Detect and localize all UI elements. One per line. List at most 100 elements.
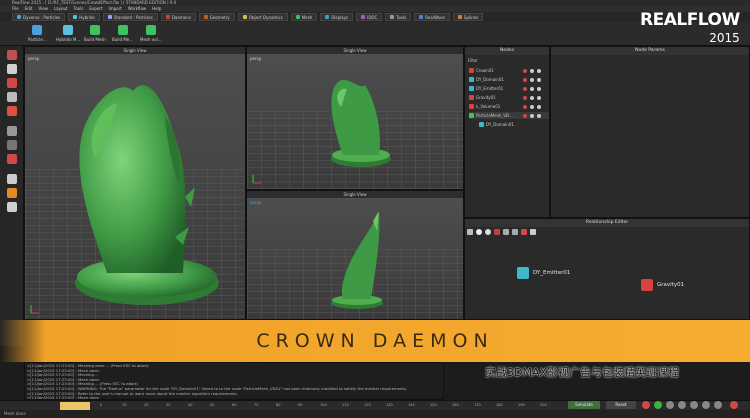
record-icon[interactable] (642, 401, 650, 409)
toolbar-button[interactable]: Build Me... (112, 25, 133, 42)
node-item[interactable]: DY_Emitter01 (469, 85, 549, 92)
tool-icon (32, 25, 43, 35)
tab-icon (203, 15, 208, 19)
module-tab[interactable]: Tools (385, 13, 412, 21)
tab-icon (325, 15, 330, 19)
node-flag-icon[interactable] (523, 68, 527, 73)
gravity-icon (641, 279, 653, 291)
bottom-viewport[interactable]: Single View persp (246, 190, 464, 320)
toolbar-button[interactable]: Hybrido M... (56, 25, 80, 42)
rotate-tool-icon[interactable] (7, 78, 17, 88)
node-flags[interactable] (523, 77, 541, 82)
node-flag-icon[interactable] (537, 68, 541, 73)
module-tab[interactable]: Displays (320, 13, 354, 21)
node-item[interactable]: k_Volume01 (469, 103, 549, 110)
select-tool-icon[interactable] (7, 50, 17, 60)
node-label: DY_Domain01 (476, 77, 504, 82)
simulate-button[interactable]: Simulate (568, 401, 600, 409)
toolbar-button[interactable]: Build Mesh (84, 25, 106, 42)
timeline-range[interactable] (60, 402, 90, 410)
node-flag-icon[interactable] (537, 77, 541, 82)
daemon-filter-icon[interactable] (494, 229, 500, 235)
logo-year: 2015 (709, 31, 740, 45)
node-flag-icon[interactable] (523, 77, 527, 82)
module-tab[interactable]: Object Dynamics (237, 13, 288, 21)
play-icon[interactable] (654, 401, 662, 409)
step-forward-icon[interactable] (690, 401, 698, 409)
node-item[interactable]: DY_Domain01 (479, 121, 559, 128)
module-tab[interactable]: Dyverso : Particles (12, 13, 66, 21)
node-item[interactable]: ParticleMesh_VD... (469, 112, 549, 119)
node-flag-icon[interactable] (530, 68, 534, 73)
toolbar-button[interactable]: Particle... (28, 25, 47, 42)
node-flag-icon[interactable] (537, 104, 541, 109)
node-flag-icon[interactable] (530, 113, 534, 118)
fit-icon[interactable] (485, 229, 491, 235)
timeline-tick: 80 (276, 403, 281, 407)
record-tool-icon[interactable] (7, 106, 17, 116)
module-tab[interactable]: Geometry (198, 13, 235, 21)
tab-icon (165, 15, 170, 19)
view-tool-icon[interactable] (7, 174, 17, 184)
node-item[interactable]: Gravity01 (469, 94, 549, 101)
node-flag-icon[interactable] (530, 104, 534, 109)
select-icon[interactable] (467, 229, 473, 235)
node-item[interactable]: Crown01 (469, 67, 549, 74)
node-flag-icon[interactable] (523, 113, 527, 118)
zoom-icon[interactable] (503, 229, 509, 235)
node-flags[interactable] (523, 95, 541, 100)
tool-label: Mesh vol... (140, 37, 162, 42)
module-tab[interactable]: RealWave (414, 13, 450, 21)
node-flags[interactable] (523, 68, 541, 73)
end-icon[interactable] (714, 401, 722, 409)
tab-label: Object Dynamics (248, 14, 283, 20)
node-label: DY_Emitter01 (476, 86, 504, 91)
node-flag-icon[interactable] (530, 77, 534, 82)
node-item[interactable]: DY_Domain01 (469, 76, 549, 83)
stop-icon[interactable] (678, 401, 686, 409)
rel-node-gravity[interactable]: Gravity01 (641, 279, 684, 291)
pencil-tool-icon[interactable] (7, 126, 17, 136)
main-toolbar: Particle... Hybrido M... Build Mesh Build M… (0, 22, 750, 46)
node-flag-icon[interactable] (523, 104, 527, 109)
node-flags[interactable] (523, 113, 541, 118)
node-flag-icon[interactable] (537, 113, 541, 118)
node-flag-icon[interactable] (537, 86, 541, 91)
module-tab[interactable]: Mesh (290, 13, 318, 21)
module-tab[interactable]: IDOC (356, 13, 383, 21)
top-viewport[interactable]: Single View persp (246, 46, 464, 190)
move-tool-icon[interactable] (7, 64, 17, 74)
tool-label: Particle... (28, 37, 47, 42)
node-icon (469, 104, 474, 109)
close-icon[interactable] (730, 401, 738, 409)
node-flags[interactable] (523, 86, 541, 91)
main-viewport[interactable]: Single View persp (24, 46, 246, 320)
module-tab[interactable]: Standard : Particles (102, 13, 158, 21)
layout-tool-icon[interactable] (7, 202, 17, 212)
node-flags[interactable] (523, 104, 541, 109)
node-flag-icon[interactable] (537, 95, 541, 100)
step-back-icon[interactable] (666, 401, 674, 409)
module-tab[interactable]: Splines (452, 13, 484, 21)
timeline-tick: 50 (210, 403, 215, 407)
module-tab[interactable]: Hybrido (68, 13, 100, 21)
unlink-icon[interactable] (521, 229, 527, 235)
node-flag-icon[interactable] (530, 86, 534, 91)
camera-tool-icon[interactable] (7, 188, 17, 198)
reset-button[interactable]: Reset (606, 401, 636, 409)
module-tab[interactable]: Daemons (160, 13, 196, 21)
tool-label: Build Me... (112, 37, 134, 42)
magnet-tool-icon[interactable] (7, 140, 17, 150)
node-flag-icon[interactable] (523, 95, 527, 100)
node-flag-icon[interactable] (523, 86, 527, 91)
rel-node-emitter[interactable]: DY_Emitter01 (517, 267, 570, 279)
refresh-icon[interactable] (476, 229, 482, 235)
toolbar-button[interactable]: Mesh vol... (140, 25, 162, 42)
node-flag-icon[interactable] (530, 95, 534, 100)
link-tool-icon[interactable] (7, 154, 17, 164)
link-icon[interactable] (512, 229, 518, 235)
timeline[interactable]: 0 10 20 30 40 50 60 70 80 90 100 110 120 130 140 150 160… (0, 400, 750, 410)
layout-icon[interactable] (530, 229, 536, 235)
loop-icon[interactable] (702, 401, 710, 409)
scale-tool-icon[interactable] (7, 92, 17, 102)
